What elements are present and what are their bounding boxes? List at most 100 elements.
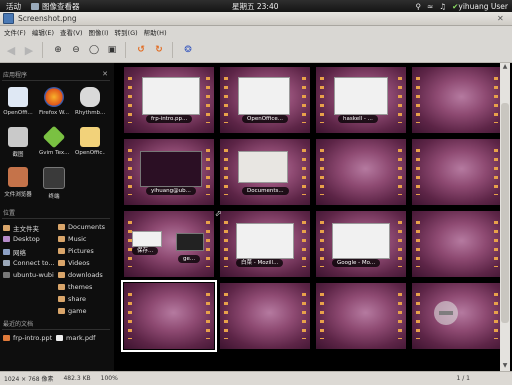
place-desktop[interactable]: Desktop (3, 235, 40, 243)
volume-icon[interactable]: ♫ (439, 2, 446, 11)
remove-workspace-icon[interactable] (434, 301, 458, 325)
place-share[interactable]: share (58, 295, 86, 303)
desktop-icons (206, 293, 210, 339)
window-titlebar[interactable]: Screenshot.png ✕ (0, 12, 512, 26)
recent-item[interactable]: mark.pdf (56, 334, 95, 342)
place-ubuntu-wubi[interactable]: ubuntu-wubi (3, 271, 54, 279)
zoom-fit-icon[interactable]: ▣ (105, 43, 119, 57)
divider (2, 329, 110, 330)
place-label: Pictures (68, 247, 94, 255)
app-launcher-rhythmbox[interactable]: Rhythmb... (75, 87, 105, 121)
dash-sidebar: 应用程序 ✕ OpenOffi... Firefox W... Rhythmb.… (0, 63, 114, 371)
window-thumbnail[interactable] (412, 139, 502, 205)
drive-icon (3, 272, 10, 278)
window-thumbnail[interactable]: Documents... (220, 139, 310, 205)
scroll-down-icon[interactable]: ▼ (500, 362, 510, 371)
place-network[interactable]: 网络 (3, 247, 26, 257)
app-launcher-file-browser[interactable]: 文件浏览器 (3, 167, 33, 201)
window-title: Screenshot.png (18, 14, 77, 23)
network-icon[interactable]: ≈ (427, 2, 433, 11)
recent-item[interactable]: frp-intro.ppt (3, 334, 52, 342)
app-launcher-gvim[interactable]: Gvim Tex... (39, 125, 69, 161)
window-thumbnail[interactable]: 保存... ge... (124, 211, 214, 277)
app-menu[interactable]: 图像查看器 (31, 1, 80, 12)
rotate-right-icon[interactable]: ↻ (152, 43, 166, 57)
image-view[interactable]: 应用程序 ✕ OpenOffi... Firefox W... Rhythmb.… (0, 63, 512, 371)
place-label: 网络 (13, 249, 26, 257)
desktop-icons (224, 293, 228, 339)
desktop-icons (206, 149, 210, 195)
folder-icon (58, 272, 65, 278)
place-game[interactable]: game (58, 307, 86, 315)
status-bar: 1024 × 768 像素 482.3 KB 100% 1 / 1 (0, 371, 512, 385)
place-label: 主文件夹 (13, 225, 39, 233)
window-thumbnail[interactable] (412, 283, 502, 349)
thumbnail-caption: Documents... (242, 187, 289, 195)
activities-button[interactable]: 活动 (6, 1, 21, 12)
zoom-out-icon[interactable]: ⊖ (69, 43, 83, 57)
scroll-up-icon[interactable]: ▲ (500, 63, 510, 72)
home-folder-icon (3, 225, 10, 231)
mouse-cursor: ⬀ (215, 209, 222, 218)
window-thumbnail[interactable]: Google - Mo... (316, 211, 406, 277)
place-music[interactable]: Music (58, 235, 87, 243)
zoom-normal-icon[interactable]: ◯ (87, 43, 101, 57)
menu-view[interactable]: 查看(V) (60, 27, 83, 37)
window-thumbnail[interactable]: 白菜 - Mozill... (220, 211, 310, 277)
app-launcher-openoffice-impress[interactable]: OpenOffic... (75, 127, 105, 161)
place-label: themes (68, 283, 93, 291)
vertical-scrollbar[interactable]: ▲ ▼ (500, 63, 510, 371)
window-thumbnail-selected[interactable] (121, 280, 217, 352)
forward-arrow-icon[interactable]: ▶ (22, 43, 36, 57)
place-pictures[interactable]: Pictures (58, 247, 94, 255)
place-label: Videos (68, 259, 90, 267)
desktop-icons (224, 77, 228, 123)
window-thumbnail[interactable]: yihuang@ub... (124, 139, 214, 205)
desktop-icons (224, 221, 228, 267)
app-launcher-firefox[interactable]: Firefox W... (39, 87, 69, 121)
close-icon[interactable]: ✕ (497, 14, 506, 23)
window-thumbnail[interactable]: frp-intro.pp... (124, 67, 214, 133)
place-videos[interactable]: Videos (58, 259, 90, 267)
app-launcher-terminal[interactable]: 终端 (39, 167, 69, 201)
gvim-icon (42, 125, 66, 149)
place-documents[interactable]: Documents (58, 223, 105, 231)
window-thumbnail[interactable] (220, 283, 310, 349)
slideshow-icon[interactable]: ❂ (181, 43, 195, 57)
recent-label: frp-intro.ppt (13, 334, 53, 342)
desktop-icons (398, 77, 402, 123)
desktop-icons (128, 293, 132, 339)
app-launcher-screenshot[interactable]: 截图 (3, 127, 33, 161)
rhythmbox-icon (80, 87, 100, 107)
thumbnail-caption: Google - Mo... (332, 259, 381, 267)
scrollbar-thumb[interactable] (501, 103, 509, 323)
menu-file[interactable]: 文件(F) (4, 27, 26, 37)
window-thumbnail[interactable] (412, 67, 502, 133)
place-connect[interactable]: Connect to... (3, 259, 55, 267)
recent-label: mark.pdf (66, 334, 96, 342)
app-launcher-openoffice-writer[interactable]: OpenOffi... (3, 87, 33, 121)
place-downloads[interactable]: downloads (58, 271, 103, 279)
connect-icon (3, 260, 10, 266)
rotate-left-icon[interactable]: ↺ (134, 43, 148, 57)
menu-help[interactable]: 帮助(H) (144, 27, 167, 37)
user-menu[interactable]: ✔yihuang User (452, 2, 508, 11)
window-thumbnail[interactable] (316, 283, 406, 349)
toolbar-separator (172, 42, 173, 58)
menu-go[interactable]: 转到(G) (115, 27, 138, 37)
search-icon[interactable]: ⚲ (416, 2, 422, 11)
desktop-icons (416, 293, 420, 339)
place-home[interactable]: 主文件夹 (3, 223, 39, 233)
back-arrow-icon[interactable]: ◀ (4, 43, 18, 57)
sidebar-close-icon[interactable]: ✕ (102, 70, 108, 78)
menu-edit[interactable]: 编辑(E) (32, 27, 54, 37)
zoom-in-icon[interactable]: ⊕ (51, 43, 65, 57)
window-thumbnail[interactable] (412, 211, 502, 277)
window-thumbnail[interactable]: OpenOffice... (220, 67, 310, 133)
window-thumbnail[interactable] (316, 139, 406, 205)
place-themes[interactable]: themes (58, 283, 92, 291)
window-thumbnail[interactable]: haskell - ... (316, 67, 406, 133)
clock[interactable]: 星期五 23:40 (232, 1, 279, 12)
folder-icon (58, 236, 65, 242)
menu-image[interactable]: 图像(I) (89, 27, 109, 37)
